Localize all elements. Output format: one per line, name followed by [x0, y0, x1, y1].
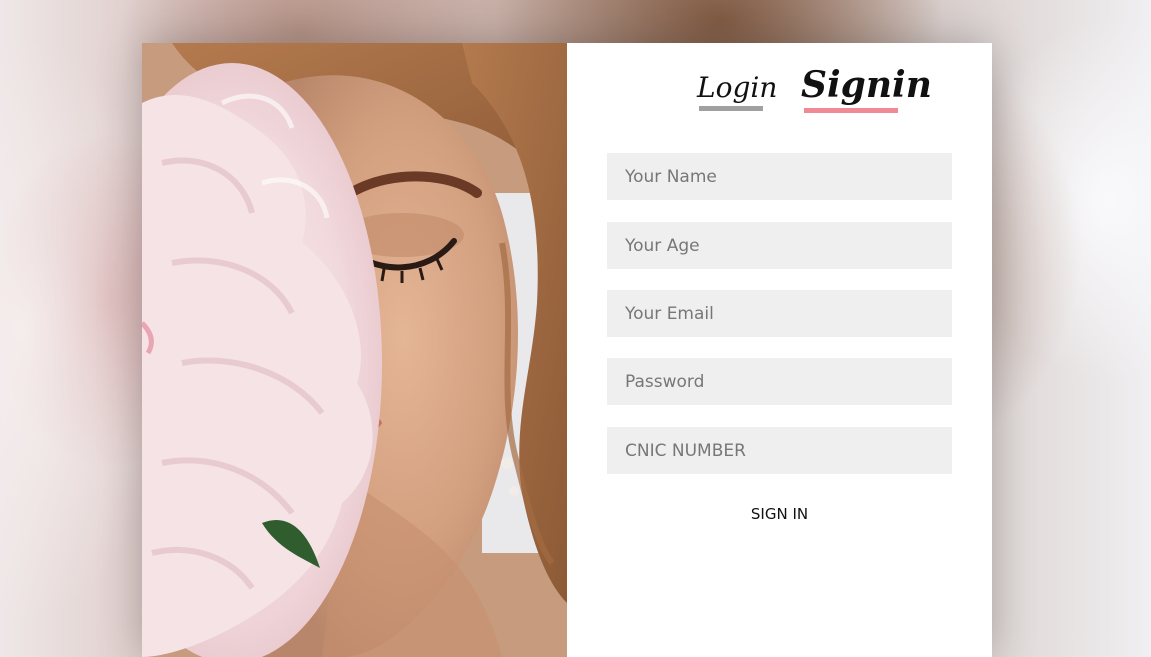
form-panel [567, 43, 992, 657]
tab-login-underline [699, 106, 763, 111]
tab-login[interactable]: Login [697, 68, 778, 114]
tab-signin-underline [804, 108, 898, 113]
cnic-field[interactable] [607, 427, 952, 474]
email-field[interactable] [607, 290, 952, 337]
sign-in-button[interactable]: SIGN IN [607, 503, 952, 525]
portrait-photo [142, 43, 567, 657]
password-field[interactable] [607, 358, 952, 405]
tab-signin[interactable]: Signin [801, 62, 932, 114]
name-field[interactable] [607, 153, 952, 200]
age-field[interactable] [607, 222, 952, 269]
tab-signin-label: Signin [801, 64, 932, 106]
signin-card [142, 43, 992, 657]
tab-login-label: Login [697, 71, 778, 104]
